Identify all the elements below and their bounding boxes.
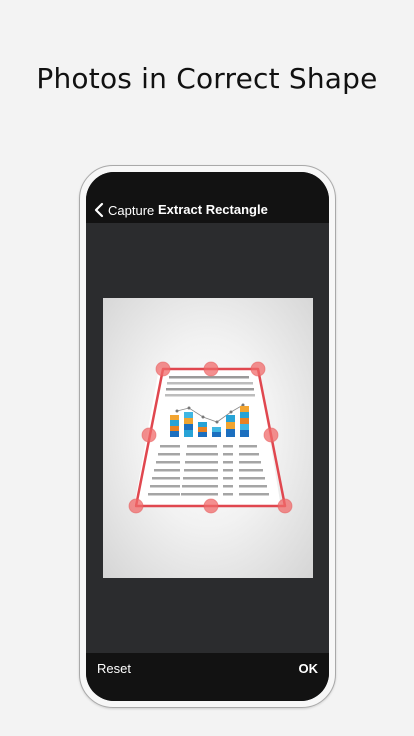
crop-handle-bottom-left[interactable] (128, 498, 144, 514)
bottom-toolbar: Reset OK (86, 653, 329, 701)
crop-handle-left-center[interactable] (141, 427, 157, 443)
back-button[interactable]: Capture (92, 199, 154, 221)
reset-button[interactable]: Reset (97, 661, 131, 676)
crop-handle-bottom-right[interactable] (277, 498, 293, 514)
crop-handle-right-center[interactable] (263, 427, 279, 443)
document-illustration (128, 361, 293, 514)
crop-handle-top-right[interactable] (250, 361, 266, 377)
phone-screen: Capture Extract Rectangle Reset OK (86, 172, 329, 701)
navigation-bar: Capture Extract Rectangle (86, 172, 329, 223)
ok-button[interactable]: OK (299, 661, 319, 676)
crop-handle-top-left[interactable] (155, 361, 171, 377)
page-title: Extract Rectangle (158, 202, 268, 217)
crop-handle-bottom-center[interactable] (203, 498, 219, 514)
back-button-label: Capture (108, 202, 155, 218)
headline: Photos in Correct Shape (36, 62, 378, 95)
document-photo (103, 298, 313, 578)
chevron-left-icon (94, 202, 104, 218)
crop-handle-top-center[interactable] (203, 361, 219, 377)
